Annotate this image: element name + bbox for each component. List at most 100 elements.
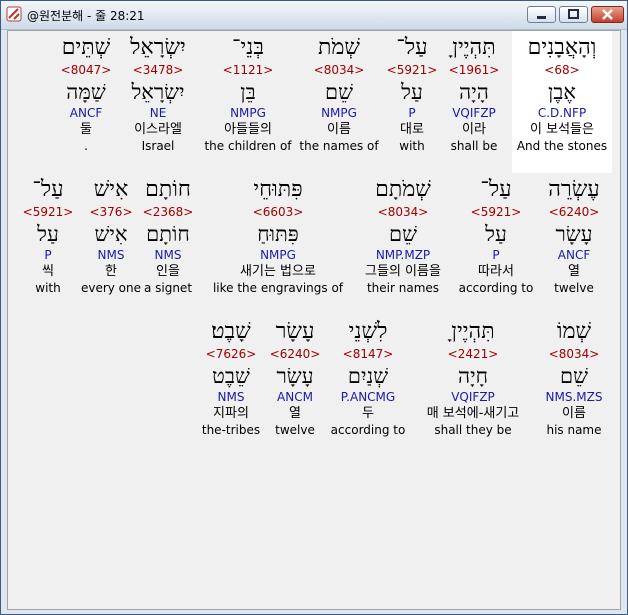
word-cell[interactable]: בְּנֵי־ <1121> בֵּן NMPG 아들들의 the childr… (198, 31, 298, 153)
strong-number[interactable]: <8034> (378, 205, 429, 220)
word-cell[interactable]: אִישׁ <376> אִישׁ NMS 한 every one (74, 175, 148, 295)
strong-number[interactable]: <8047> (61, 63, 112, 78)
hebrew-word: לִשְׁנֵי (348, 319, 388, 344)
parsing-code[interactable]: VQIFZP (451, 390, 495, 405)
parsing-code[interactable]: NMS (98, 248, 125, 263)
parsing-code[interactable]: NMP.MZP (376, 248, 430, 263)
lexical-form: חָיָה (457, 364, 488, 388)
word-cell[interactable]: עָשָׂר <6240> עָשָׂר ANCM 열 twelve (260, 317, 330, 437)
english-gloss: twelve (275, 423, 315, 437)
lexical-form: שְׁנַיִם (347, 364, 389, 388)
korean-gloss: 대로 (400, 122, 424, 137)
korean-gloss: 씩 (42, 264, 54, 279)
lexical-form: שֵׁם (389, 222, 417, 246)
hebrew-word: עַל־ (480, 177, 512, 202)
lexical-form: שֵׁם (560, 364, 588, 388)
close-icon (602, 9, 613, 20)
strong-number[interactable]: <2421> (448, 347, 499, 362)
parsing-code[interactable]: NMS (155, 248, 182, 263)
lexical-form: אֶבֶן (547, 80, 577, 104)
maximize-button[interactable] (559, 6, 588, 23)
strong-number[interactable]: <2368> (143, 205, 194, 220)
strong-number[interactable]: <3478> (133, 63, 184, 78)
strong-number[interactable]: <8034> (314, 63, 365, 78)
korean-gloss: 새기는 법으로 (240, 264, 316, 279)
strong-number[interactable]: <6240> (549, 205, 600, 220)
parsing-code[interactable]: P (492, 248, 499, 263)
parsing-code[interactable]: ANCM (277, 390, 313, 405)
parsing-code[interactable]: NMS.MZS (546, 390, 603, 405)
hebrew-word: עָשָׂר (275, 319, 315, 344)
strong-number[interactable]: <8147> (343, 347, 394, 362)
app-icon (6, 6, 22, 22)
english-gloss: every one (80, 281, 142, 295)
strong-number[interactable]: <8034> (549, 347, 600, 362)
strong-number[interactable]: <376> (89, 205, 132, 220)
parsing-code[interactable]: ANCF (70, 106, 102, 121)
korean-gloss: 이스라엘 (134, 122, 182, 137)
maximize-icon (568, 9, 579, 19)
word-cell[interactable]: שָׁבֶט׃ <7626> שֵׁבֶט NMS 지파의 the-tribes (194, 317, 268, 437)
hebrew-word: יִשְׂרָאֵל (130, 35, 186, 60)
hebrew-word: תִּהְיֶיןָ (451, 319, 495, 344)
english-gloss: according to (458, 281, 534, 295)
parsing-code[interactable]: NMPG (321, 106, 357, 121)
strong-number[interactable]: <5921> (387, 63, 438, 78)
english-gloss: twelve (554, 281, 594, 295)
word-cell[interactable]: שְׁמוֹ <8034> שֵׁם NMS.MZS 이름 his name (524, 317, 624, 437)
parsing-code[interactable]: P.ANCMG (341, 390, 395, 405)
minimize-button[interactable] (527, 6, 556, 23)
english-gloss: And the stones (516, 139, 608, 153)
hebrew-word: בְּנֵי־ (232, 35, 264, 60)
strong-number[interactable]: <68> (544, 63, 579, 78)
lexical-form: עַל (37, 222, 59, 246)
lexical-form: עָשָׂר (555, 222, 593, 246)
english-gloss: with (399, 139, 425, 153)
lexical-form: בֵּן (240, 80, 256, 104)
lexical-form: פִּתּוּחַ (257, 222, 299, 246)
english-gloss: like the engravings of (212, 281, 344, 295)
lexical-form: יִשְׂרָאֵל (131, 80, 185, 104)
word-grid[interactable]: וְהָאֲבָנִים <68> אֶבֶן C.D.NFP 이 보석들은 A… (7, 30, 621, 610)
parsing-code[interactable]: NE (150, 106, 167, 121)
english-gloss: his name (546, 423, 602, 437)
parsing-code[interactable]: P (408, 106, 415, 121)
strong-number[interactable]: <1121> (223, 63, 274, 78)
hebrew-word: שְׁמֹת (317, 35, 361, 60)
word-cell[interactable]: שְׁמֹתָם <8034> שֵׁם NMP.MZP 그들의 이름을 the… (343, 175, 463, 295)
word-cell[interactable]: לִשְׁנֵי <8147> שְׁנַיִם P.ANCMG 두 accor… (318, 317, 418, 437)
word-cell[interactable]: שְׁמֹת <8034> שֵׁם NMPG 이름 the names of (289, 31, 389, 153)
parsing-code[interactable]: C.D.NFP (538, 106, 586, 121)
korean-gloss: 이 보석들은 (530, 122, 594, 137)
parsing-code[interactable]: NMS (218, 390, 245, 405)
lexical-form: עָשָׂר (276, 364, 314, 388)
korean-gloss: 이라 (462, 122, 486, 137)
hebrew-word: עַל־ (396, 35, 428, 60)
app-window: @원전분해 - 줄 28:21 וְהָאֲבָנִים <68> אֶבֶן … (0, 0, 628, 615)
lexical-form: עַל (401, 80, 423, 104)
parsing-code[interactable]: ANCF (558, 248, 590, 263)
strong-number[interactable]: <6603> (253, 205, 304, 220)
strong-number[interactable]: <5921> (471, 205, 522, 220)
word-cell[interactable]: תִּהְיֶיןָ <2421> חָיָה VQIFZP 매 보석에-새기고… (408, 317, 538, 437)
korean-gloss: 아들들의 (224, 122, 272, 137)
english-gloss: their names (366, 281, 440, 295)
parsing-code[interactable]: NMPG (230, 106, 266, 121)
korean-gloss: 인을 (156, 264, 180, 279)
hebrew-word: חוֹתָם (145, 177, 191, 202)
word-cell[interactable]: פִּתּוּחֵי <6603> פִּתּוּחַ NMPG 새기는 법으로… (208, 175, 348, 295)
word-cell[interactable]: וְהָאֲבָנִים <68> אֶבֶן C.D.NFP 이 보석들은 A… (512, 31, 612, 173)
lexical-form: שַׁמָּה (66, 80, 106, 104)
hebrew-word: וְהָאֲבָנִים (527, 35, 597, 60)
korean-gloss: 두 (362, 406, 374, 421)
strong-number[interactable]: <6240> (270, 347, 321, 362)
word-cell[interactable]: עַל־ <5921> עַל P 씩 with (18, 175, 78, 295)
parsing-code[interactable]: NMPG (260, 248, 296, 263)
strong-number[interactable]: <5921> (23, 205, 74, 220)
strong-number[interactable]: <7626> (206, 347, 257, 362)
word-cell[interactable]: שְׁתֵּים <8047> שַׁמָּה ANCF 둘 . (36, 31, 136, 153)
title-bar[interactable]: @원전분해 - 줄 28:21 (1, 1, 627, 30)
close-button[interactable] (591, 6, 624, 23)
korean-gloss: 한 (105, 264, 117, 279)
parsing-code[interactable]: P (44, 248, 51, 263)
